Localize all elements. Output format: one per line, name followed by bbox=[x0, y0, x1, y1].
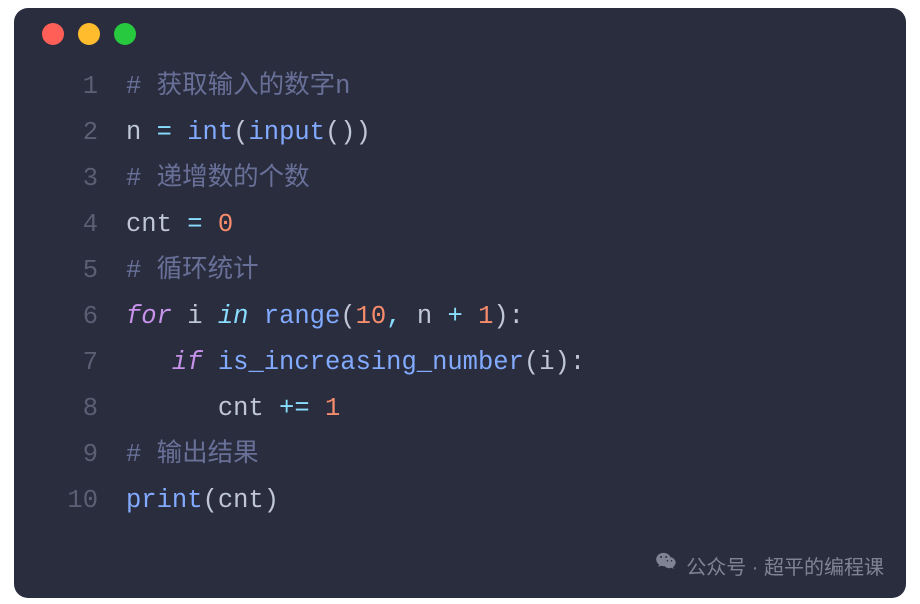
code-line: 9# 输出结果 bbox=[14, 432, 906, 478]
code-content: # 获取输入的数字n bbox=[126, 64, 906, 110]
line-number: 7 bbox=[14, 340, 126, 386]
code-line: 8 cnt += 1 bbox=[14, 386, 906, 432]
token: ( bbox=[340, 302, 355, 331]
token: n bbox=[126, 118, 157, 147]
minimize-icon[interactable] bbox=[78, 23, 100, 45]
watermark-text: 公众号 · 超平的编程课 bbox=[686, 551, 884, 580]
line-number: 9 bbox=[14, 432, 126, 478]
token bbox=[463, 302, 478, 331]
token bbox=[172, 118, 187, 147]
line-number: 4 bbox=[14, 202, 126, 248]
token: i bbox=[172, 302, 218, 331]
token: ): bbox=[493, 302, 524, 331]
token: # 递增数的个数 bbox=[126, 164, 310, 193]
code-window: 1# 获取输入的数字n2n = int(input())3# 递增数的个数4cn… bbox=[14, 8, 906, 598]
watermark: 公众号 · 超平的编程课 bbox=[654, 550, 884, 580]
token: 1 bbox=[325, 394, 340, 423]
token bbox=[248, 302, 263, 331]
token: , bbox=[386, 302, 401, 331]
window-titlebar bbox=[14, 8, 906, 60]
token: (cnt) bbox=[203, 486, 280, 515]
code-content: n = int(input()) bbox=[126, 110, 906, 156]
token: input bbox=[248, 118, 325, 147]
code-content: # 循环统计 bbox=[126, 248, 906, 294]
token: # 输出结果 bbox=[126, 440, 259, 469]
code-line: 4cnt = 0 bbox=[14, 202, 906, 248]
code-line: 5# 循环统计 bbox=[14, 248, 906, 294]
code-content: for i in range(10, n + 1): bbox=[126, 294, 906, 340]
code-line: 6for i in range(10, n + 1): bbox=[14, 294, 906, 340]
token: 10 bbox=[356, 302, 387, 331]
line-number: 6 bbox=[14, 294, 126, 340]
token: is_increasing_number bbox=[218, 348, 524, 377]
line-number: 8 bbox=[14, 386, 126, 432]
token: = bbox=[157, 118, 172, 147]
token bbox=[203, 210, 218, 239]
token: ()) bbox=[325, 118, 371, 147]
token: = bbox=[187, 210, 202, 239]
token: + bbox=[447, 302, 462, 331]
code-line: 3# 递增数的个数 bbox=[14, 156, 906, 202]
token: += bbox=[279, 394, 310, 423]
code-content: cnt += 1 bbox=[126, 386, 906, 432]
code-content: # 递增数的个数 bbox=[126, 156, 906, 202]
line-number: 3 bbox=[14, 156, 126, 202]
token bbox=[203, 348, 218, 377]
line-number: 2 bbox=[14, 110, 126, 156]
line-number: 1 bbox=[14, 64, 126, 110]
token: # 循环统计 bbox=[126, 256, 259, 285]
code-content: print(cnt) bbox=[126, 478, 906, 524]
code-line: 1# 获取输入的数字n bbox=[14, 64, 906, 110]
token: if bbox=[172, 348, 203, 377]
code-line: 2n = int(input()) bbox=[14, 110, 906, 156]
code-line: 7 if is_increasing_number(i): bbox=[14, 340, 906, 386]
token: n bbox=[402, 302, 448, 331]
token: (i): bbox=[524, 348, 585, 377]
token: range bbox=[264, 302, 341, 331]
line-number: 5 bbox=[14, 248, 126, 294]
token bbox=[126, 348, 172, 377]
token: print bbox=[126, 486, 203, 515]
token: cnt bbox=[126, 210, 187, 239]
code-content: if is_increasing_number(i): bbox=[126, 340, 906, 386]
maximize-icon[interactable] bbox=[114, 23, 136, 45]
token: for bbox=[126, 302, 172, 331]
line-number: 10 bbox=[14, 478, 126, 524]
code-content: cnt = 0 bbox=[126, 202, 906, 248]
code-line: 10print(cnt) bbox=[14, 478, 906, 524]
token bbox=[310, 394, 325, 423]
code-block: 1# 获取输入的数字n2n = int(input())3# 递增数的个数4cn… bbox=[14, 60, 906, 524]
wechat-icon bbox=[654, 550, 678, 580]
code-content: # 输出结果 bbox=[126, 432, 906, 478]
token: in bbox=[218, 302, 249, 331]
token: 0 bbox=[218, 210, 233, 239]
token: 1 bbox=[478, 302, 493, 331]
token: cnt bbox=[126, 394, 279, 423]
token: ( bbox=[233, 118, 248, 147]
token: # 获取输入的数字n bbox=[126, 72, 350, 101]
close-icon[interactable] bbox=[42, 23, 64, 45]
token: int bbox=[187, 118, 233, 147]
